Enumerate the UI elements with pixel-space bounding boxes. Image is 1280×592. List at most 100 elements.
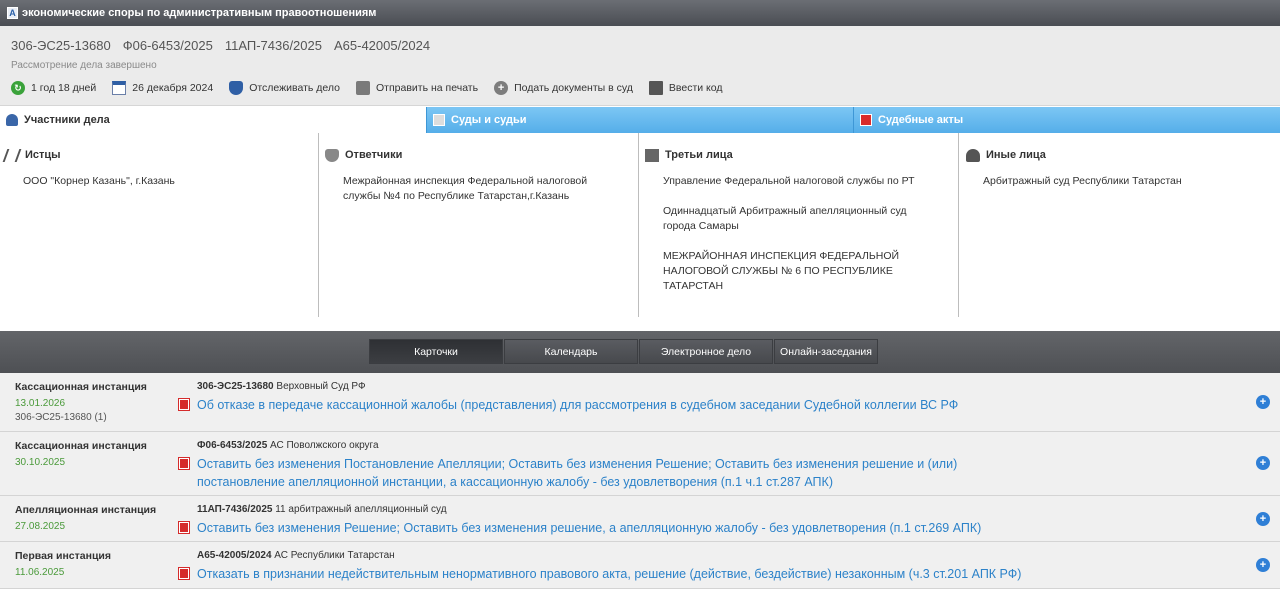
decision-link[interactable]: Оставить без изменения Постановление Апе…	[197, 455, 977, 491]
duration-label: 1 год 18 дней	[31, 82, 97, 94]
case-actions: ↻ 1 год 18 дней 26 декабря 2024 Отслежив…	[11, 81, 739, 95]
instance-info: Кассационная инстанция 30.10.2025	[15, 440, 185, 468]
pdf-icon[interactable]	[179, 458, 189, 469]
tab-electronic-case[interactable]: Электронное дело	[639, 339, 773, 364]
instance-info: Апелляционная инстанция 27.08.2025	[15, 504, 185, 532]
case-number[interactable]: А65-42005/2024	[197, 550, 272, 561]
instance-date: 11.06.2025	[15, 567, 65, 578]
court-line: А65-42005/2024 АС Республики Татарстан	[197, 550, 1237, 561]
pdf-icon[interactable]	[179, 522, 189, 533]
document-icon	[860, 114, 872, 126]
expand-button[interactable]: +	[1256, 558, 1270, 572]
case-number: 306-ЭС25-13680	[11, 38, 111, 53]
list-item: Управление Федеральной налоговой службы …	[663, 175, 915, 187]
court-name: Верховный Суд РФ	[276, 381, 366, 392]
plaintiffs-column: Истцы ООО "Корнер Казань", г.Казань	[0, 133, 319, 317]
instance-name: Первая инстанция	[15, 550, 111, 562]
table-row: Первая инстанция 11.06.2025 А65-42005/20…	[0, 542, 1280, 589]
date-item: 26 декабря 2024	[112, 81, 213, 95]
heading-label: Иные лица	[986, 149, 1046, 161]
case-number[interactable]: Ф06-6453/2025	[197, 440, 267, 451]
court-line: 306-ЭС25-13680 Верховный Суд РФ	[197, 381, 1237, 392]
instance-info: Кассационная инстанция 13.01.2026 306-ЭС…	[15, 381, 185, 423]
court-line: Ф06-6453/2025 АС Поволжского округа	[197, 440, 1237, 451]
table-row: Апелляционная инстанция 27.08.2025 11АП-…	[0, 496, 1280, 542]
table-row: Кассационная инстанция 13.01.2026 306-ЭС…	[0, 373, 1280, 432]
case-number[interactable]: 11АП-7436/2025	[197, 504, 272, 515]
court-line: 11АП-7436/2025 11 арбитражный апелляцион…	[197, 504, 1237, 515]
expand-button[interactable]: +	[1256, 512, 1270, 526]
tab-calendar[interactable]: Календарь	[504, 339, 638, 364]
court-name: АС Поволжского округа	[270, 440, 379, 451]
participants-panel: Истцы ООО "Корнер Казань", г.Казань Отве…	[0, 133, 1280, 330]
print-button[interactable]: Отправить на печать	[356, 81, 478, 95]
list-item: Арбитражный суд Республики Татарстан	[983, 175, 1182, 187]
decision: Отказать в признании недействительным не…	[179, 565, 1237, 583]
instance-sub-number: 306-ЭС25-13680 (1)	[15, 412, 107, 423]
tab-label: Участники дела	[24, 114, 110, 126]
instance-date: 13.01.2026	[15, 398, 66, 409]
cards-toolbar: Карточки Календарь Электронное дело Онла…	[0, 331, 1280, 373]
tab-courts-judges[interactable]: Суды и судьи	[426, 107, 853, 133]
track-case-button[interactable]: Отслеживать дело	[229, 81, 340, 95]
defendants-column: Ответчики Межрайонная инспекция Федераль…	[319, 133, 639, 317]
calendar-icon	[112, 81, 127, 95]
list-item: МЕЖРАЙОННАЯ ИНСПЕКЦИЯ ФЕДЕРАЛЬНОЙ НАЛОГО…	[663, 250, 900, 292]
third-parties-column: Третьи лица Управление Федеральной налог…	[639, 133, 959, 317]
plus-icon: +	[494, 81, 509, 95]
app-logo-icon: А	[7, 7, 18, 19]
enter-code-label: Ввести код	[668, 82, 723, 94]
instance-date: 27.08.2025	[15, 521, 66, 532]
plaintiffs-heading: Истцы	[0, 145, 318, 165]
case-status: Рассмотрение дела завершено	[11, 60, 157, 71]
pdf-icon[interactable]	[179, 399, 189, 410]
third-parties-heading: Третьи лица	[639, 145, 958, 165]
expand-button[interactable]: +	[1256, 456, 1270, 470]
date-label: 26 декабря 2024	[132, 82, 214, 94]
third-parties-list: Управление Федеральной налоговой службы …	[639, 174, 929, 294]
defendants-heading: Ответчики	[319, 145, 638, 165]
clock-icon: ↻	[11, 81, 25, 95]
list-item: Одиннадцатый Арбитражный апелляционный с…	[663, 205, 907, 232]
shield-icon	[325, 148, 339, 162]
enter-code-button[interactable]: Ввести код	[648, 81, 723, 95]
case-number: 11АП-7436/2025	[224, 38, 322, 53]
instance-details: А65-42005/2024 АС Республики Татарстан О…	[179, 550, 1237, 583]
instance-name: Апелляционная инстанция	[15, 504, 157, 516]
case-number: Ф06-6453/2025	[122, 38, 213, 53]
duration-item: ↻ 1 год 18 дней	[11, 81, 96, 95]
decision-link[interactable]: Отказать в признании недействительным не…	[197, 565, 1021, 583]
decision-link[interactable]: Оставить без изменения Решение; Оставить…	[197, 519, 981, 537]
tab-label: Судебные акты	[878, 114, 964, 126]
cards-tabs: Карточки Календарь Электронное дело Онла…	[369, 339, 879, 364]
heading-label: Третьи лица	[665, 149, 733, 161]
tab-participants[interactable]: Участники дела	[0, 107, 426, 133]
title-bar: А экономические споры по административны…	[0, 0, 1280, 26]
case-header: 306-ЭС25-13680 Ф06-6453/2025 11АП-7436/2…	[0, 26, 1280, 106]
list-item: Межрайонная инспекция Федеральной налого…	[343, 175, 588, 202]
case-number[interactable]: 306-ЭС25-13680	[197, 381, 274, 392]
submit-documents-button[interactable]: + Подать документы в суд	[494, 81, 633, 95]
expand-button[interactable]: +	[1256, 395, 1270, 409]
instance-info: Первая инстанция 11.06.2025	[15, 550, 185, 578]
decision: Оставить без изменения Постановление Апе…	[179, 455, 1237, 491]
track-case-label: Отслеживать дело	[249, 82, 341, 94]
others-list: Арбитражный суд Республики Татарстан	[959, 174, 1280, 189]
key-icon	[648, 81, 663, 95]
tab-cards[interactable]: Карточки	[369, 339, 503, 364]
pdf-icon[interactable]	[179, 568, 189, 579]
print-label: Отправить на печать	[376, 82, 479, 94]
others-heading: Иные лица	[959, 145, 1280, 165]
instance-name: Кассационная инстанция	[15, 440, 147, 452]
building-icon	[645, 148, 659, 162]
tab-court-acts[interactable]: Судебные акты	[853, 107, 1280, 133]
heading-label: Ответчики	[345, 149, 403, 161]
decision-link[interactable]: Об отказе в передаче кассационной жалобы…	[197, 396, 958, 414]
court-icon	[433, 114, 445, 126]
instance-details: 306-ЭС25-13680 Верховный Суд РФ Об отказ…	[179, 381, 1237, 414]
decision: Об отказе в передаче кассационной жалобы…	[179, 396, 1237, 414]
court-name: 11 арбитражный апелляционный суд	[275, 504, 447, 515]
person-icon	[966, 148, 980, 162]
instance-details: Ф06-6453/2025 АС Поволжского округа Оста…	[179, 440, 1237, 491]
tab-online-sessions[interactable]: Онлайн-заседания	[774, 339, 878, 364]
